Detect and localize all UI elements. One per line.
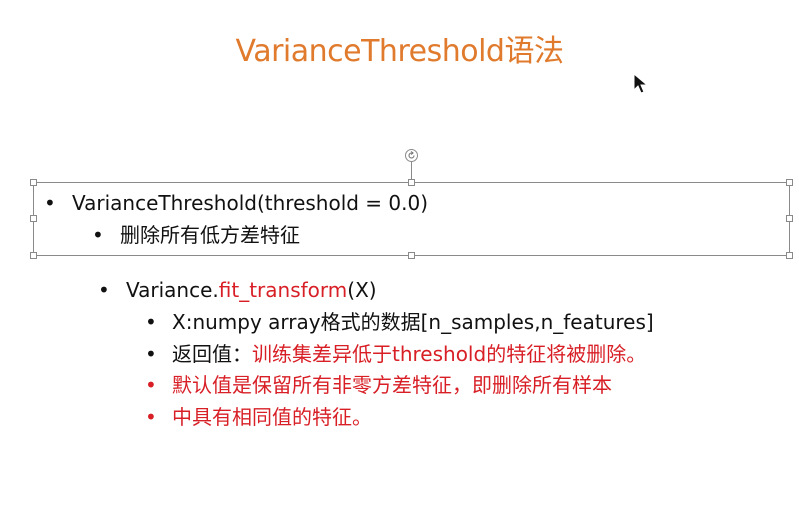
- slide-title: VarianceThreshold语法: [235, 34, 564, 69]
- bullet-icon: •: [44, 191, 56, 215]
- fit-prefix: Variance.: [126, 278, 219, 302]
- resize-handle-right[interactable]: [786, 215, 793, 222]
- return-label: 返回值：: [172, 342, 252, 366]
- resize-handle-bottom[interactable]: [408, 252, 415, 259]
- fit-args: (X): [347, 278, 377, 302]
- bullet-icon: •: [92, 223, 104, 247]
- return-text: 训练集差异低于threshold的特征将被删除。: [252, 342, 647, 366]
- default-line-2: 中具有相同值的特征。: [172, 405, 372, 429]
- bullet-icon: •: [145, 405, 157, 429]
- x-description-line: X:numpy array格式的数据[n_samples,n_features]: [172, 310, 654, 334]
- bullet-icon: •: [145, 342, 157, 366]
- bullet-icon: •: [145, 373, 157, 397]
- resize-handle-top[interactable]: [408, 179, 415, 186]
- resize-handle-top-right[interactable]: [786, 179, 793, 186]
- resize-handle-bottom-right[interactable]: [786, 252, 793, 259]
- resize-handle-top-left[interactable]: [30, 179, 37, 186]
- textbox-line-description: 删除所有低方差特征: [120, 223, 300, 247]
- mouse-pointer-icon: [633, 73, 649, 95]
- fit-transform-line: Variance.fit_transform(X): [126, 277, 377, 303]
- bullet-icon: •: [145, 310, 157, 334]
- textbox-line-signature: VarianceThreshold(threshold = 0.0): [72, 191, 429, 215]
- return-value-line: 返回值：训练集差异低于threshold的特征将被删除。: [172, 341, 646, 367]
- rotate-handle-icon[interactable]: [405, 149, 418, 162]
- resize-handle-bottom-left[interactable]: [30, 252, 37, 259]
- default-line-1: 默认值是保留所有非零方差特征，即删除所有样本: [172, 373, 612, 397]
- fit-method: fit_transform: [218, 278, 348, 302]
- bullet-icon: •: [98, 278, 110, 302]
- resize-handle-left[interactable]: [30, 215, 37, 222]
